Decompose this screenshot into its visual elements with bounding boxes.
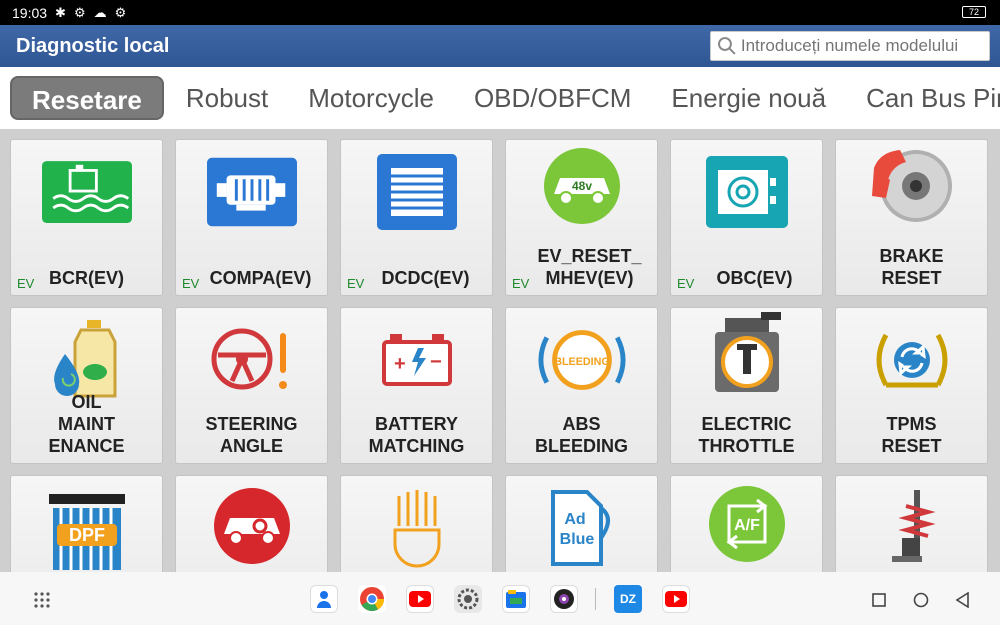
- tile-label: COMPA(EV): [209, 268, 312, 288]
- tile-electric-throttle[interactable]: ELECTRIC THROTTLE: [670, 307, 823, 464]
- bluetooth-icon: ✱: [55, 4, 66, 20]
- search-box[interactable]: [710, 31, 990, 61]
- ev-badge: EV: [347, 276, 365, 291]
- category-tabs: Resetare Robust Motorcycle OBD/OBFCM Ene…: [0, 67, 1000, 129]
- icon-text: 48v: [572, 179, 592, 193]
- youtube-app-icon-2[interactable]: [662, 585, 690, 613]
- status-icons: ✱ ⚙ ☁ ⚙: [55, 5, 126, 21]
- home-button-icon[interactable]: [913, 592, 929, 608]
- adblue-icon: Ad Blue: [537, 490, 627, 566]
- tab-resetare[interactable]: Resetare: [10, 76, 164, 120]
- tile-dpf[interactable]: DPF: [10, 475, 163, 572]
- icon-text: BLEEDING: [554, 356, 610, 368]
- coolant-icon: [42, 154, 132, 230]
- back-button-icon[interactable]: [955, 592, 971, 608]
- cloud-icon: ☁: [93, 4, 107, 20]
- files-app-icon[interactable]: [502, 585, 530, 613]
- oil-can-icon: [42, 320, 132, 398]
- svg-text:Ad: Ad: [564, 511, 585, 528]
- obc-icon: [702, 154, 792, 230]
- dz-app-icon[interactable]: DZ: [614, 585, 642, 613]
- gear-icon: ⚙: [73, 4, 86, 20]
- tile-label: ABS BLEEDING: [534, 414, 628, 456]
- tab-can-bus-pir[interactable]: Can Bus Pir: [846, 76, 1000, 120]
- tile-steering-angle[interactable]: STEERING ANGLE: [175, 307, 328, 464]
- steering-wheel-icon: [207, 322, 297, 398]
- tile-label: BCR(EV): [49, 268, 124, 288]
- battery-icon: 72: [962, 6, 986, 18]
- status-bar: 19:03 ✱ ⚙ ☁ ⚙ 72: [0, 0, 1000, 25]
- tile-abs-bleeding[interactable]: BLEEDING ABS BLEEDING: [505, 307, 658, 464]
- camera-app-icon[interactable]: [550, 585, 578, 613]
- throttle-icon: [702, 312, 792, 392]
- contacts-app-icon[interactable]: [310, 585, 338, 613]
- dock-divider: [595, 588, 596, 610]
- page-title: Diagnostic local: [16, 34, 170, 57]
- tile-label: STEERING ANGLE: [205, 414, 298, 456]
- tile-label: OBC(EV): [716, 268, 793, 288]
- svg-text:Blue: Blue: [560, 531, 595, 548]
- compressor-icon: [207, 154, 297, 230]
- tile-battery-matching[interactable]: + − BATTERY MATCHING: [340, 307, 493, 464]
- mhev-car-icon: 48v: [537, 148, 627, 224]
- immobilizer-car-icon: [207, 488, 297, 564]
- tile-compa-ev[interactable]: EV COMPA(EV): [175, 139, 328, 296]
- tab-motorcycle[interactable]: Motorcycle: [288, 76, 454, 120]
- tab-robust[interactable]: Robust: [166, 76, 288, 120]
- chrome-app-icon[interactable]: [358, 585, 386, 613]
- app-drawer-icon[interactable]: [34, 592, 50, 608]
- suspension-icon: [867, 490, 957, 566]
- tile-ev-reset-mhev[interactable]: 48v EV EV_RESET_ MHEV(EV): [505, 139, 658, 296]
- gear-icon-2: ⚙: [114, 4, 127, 20]
- tile-immobilizer[interactable]: [175, 475, 328, 572]
- search-input[interactable]: [740, 36, 989, 56]
- tile-air-fuel[interactable]: A/F: [670, 475, 823, 572]
- tile-oil-maintenance[interactable]: OIL MAINT ENANCE: [10, 307, 163, 464]
- tile-suspension[interactable]: [835, 475, 988, 572]
- tile-adblue[interactable]: Ad Blue: [505, 475, 658, 572]
- tile-brake-reset[interactable]: BRAKE RESET: [835, 139, 988, 296]
- brake-disc-icon: [867, 148, 957, 224]
- tpms-icon: [867, 322, 957, 398]
- dpf-icon: DPF: [42, 490, 132, 570]
- headlamp-icon: [372, 490, 462, 568]
- function-grid: EV BCR(EV) EV COMPA(EV) EV DCDC(EV) 48v …: [0, 129, 1000, 572]
- tile-label: EV_RESET_ MHEV(EV): [537, 246, 642, 288]
- tab-energie-noua[interactable]: Energie nouă: [651, 76, 846, 120]
- air-fuel-icon: A/F: [702, 486, 792, 562]
- settings-app-icon[interactable]: [454, 585, 482, 613]
- tile-label: ELECTRIC THROTTLE: [698, 414, 795, 456]
- abs-bleeding-icon: BLEEDING: [537, 322, 627, 398]
- search-icon: [717, 37, 736, 55]
- tile-label: BATTERY MATCHING: [368, 414, 465, 456]
- youtube-app-icon[interactable]: [406, 585, 434, 613]
- tile-obc-ev[interactable]: EV OBC(EV): [670, 139, 823, 296]
- svg-text:+: +: [394, 353, 406, 375]
- tile-bcr-ev[interactable]: EV BCR(EV): [10, 139, 163, 296]
- icon-text: DPF: [69, 525, 105, 545]
- battery-icon: + −: [372, 322, 462, 398]
- tile-label: DCDC(EV): [381, 268, 470, 288]
- dcdc-icon: [372, 154, 462, 230]
- recents-button-icon[interactable]: [872, 593, 886, 607]
- title-bar: Diagnostic local: [0, 25, 1000, 67]
- ev-badge: EV: [182, 276, 200, 291]
- tab-obd-obfcm[interactable]: OBD/OBFCM: [454, 76, 651, 120]
- tile-tpms-reset[interactable]: TPMS RESET: [835, 307, 988, 464]
- tile-headlamp[interactable]: [340, 475, 493, 572]
- tile-label: TPMS RESET: [881, 414, 942, 456]
- icon-text: A/F: [734, 517, 760, 534]
- navigation-bar: DZ: [0, 572, 1000, 625]
- tile-label: BRAKE RESET: [879, 246, 944, 288]
- tile-dcdc-ev[interactable]: EV DCDC(EV): [340, 139, 493, 296]
- tile-label: OIL MAINT ENANCE: [48, 392, 125, 456]
- svg-text:−: −: [430, 351, 442, 373]
- status-time: 19:03: [12, 4, 48, 21]
